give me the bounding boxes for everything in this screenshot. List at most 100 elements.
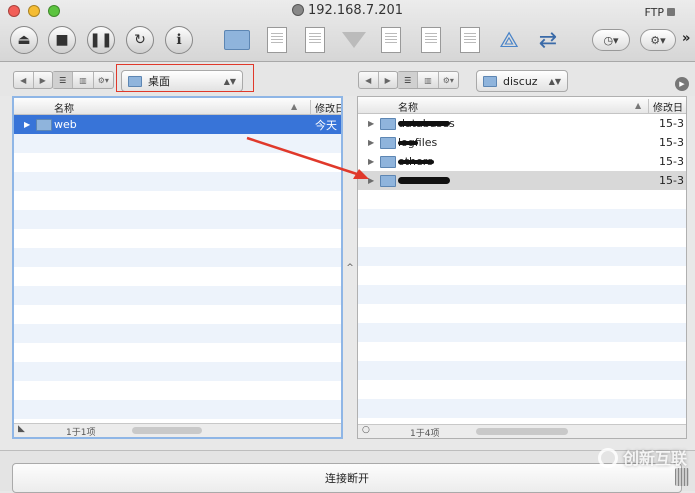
action-label: ⚙▾ [650,33,666,47]
info-button[interactable]: ℹ [165,26,193,54]
toolbar-overflow-button[interactable]: » [682,31,690,46]
empty-row [358,361,686,380]
edit-button[interactable] [455,25,485,55]
empty-row [358,304,686,323]
stop-icon: ■ [55,32,69,48]
copy-button[interactable] [300,25,330,55]
right-modified-column-header[interactable]: 修改日 [648,99,686,114]
action-button[interactable]: ⚙▾ [640,29,676,51]
file-modified: 15-3 [659,174,684,187]
protocol-label: FTP [644,6,665,19]
redaction-scribble [398,160,434,164]
new-file-icon [267,27,287,53]
connect-button[interactable]: ⏏ [10,26,38,54]
right-list-view-button[interactable]: ☰ [398,72,419,88]
file-row-web[interactable]: ▶ web 今天 [14,115,341,134]
empty-row [358,342,686,361]
right-location-select[interactable]: discuz ▲▼ [476,70,568,92]
remote-file-pane: 名称 ▲ 修改日 ▶ databases 15-3 ▶ logfiles 15-… [357,96,687,439]
file-row-others[interactable]: ▶ others 15-3 [358,152,686,171]
left-list-view-button[interactable]: ☰ [53,72,74,88]
empty-row [358,323,686,342]
right-view-switch: ☰ ▥ ⚙▾ [397,71,459,89]
right-horizontal-scrollbar[interactable] [476,428,568,435]
empty-row [14,362,341,381]
right-back-button[interactable]: ◀ [359,72,379,88]
pause-button[interactable]: ❚❚ [87,26,115,54]
title-bar: 192.168.7.201 FTP ⏏ ■ ❚❚ ↻ ℹ ⟁ ⇄ ◷▾ ⚙▾ » [0,0,695,62]
left-forward-button[interactable]: ▶ [34,72,53,88]
navigation-bar: ◀ ▶ ☰ ▥ ⚙▾ 桌面 ▲▼ ◀ ▶ ☰ ▥ ⚙▾ discuz ▲▼ ▶ [0,62,695,96]
server-icon [291,4,304,16]
empty-row [14,400,341,419]
stop-button[interactable]: ■ [48,26,76,54]
right-item-count: 1于4项 [410,429,440,439]
play-icon[interactable]: ▶ [675,77,689,91]
right-history-nav: ◀ ▶ [358,71,398,89]
left-view-switch: ☰ ▥ ⚙▾ [52,71,114,89]
empty-row [358,266,686,285]
annotation-highlight-box [116,64,254,92]
left-name-column-header[interactable]: 名称 [54,100,74,115]
resize-icon[interactable]: ◣ [18,424,25,434]
filter-button[interactable] [339,25,369,55]
disclosure-triangle-icon[interactable]: ▶ [368,119,374,128]
right-column-view-button[interactable]: ▥ [418,72,439,88]
sync-button[interactable] [416,25,446,55]
new-file-button[interactable] [262,25,292,55]
redaction-scribble [398,121,450,126]
left-horizontal-scrollbar[interactable] [132,427,202,434]
window-title-wrap: 192.168.7.201 [0,3,695,18]
compare-button[interactable] [376,25,406,55]
file-row-databases[interactable]: ▶ databases 15-3 [358,114,686,133]
disconnect-label: 连接断开 [325,472,369,485]
left-modified-column-header[interactable]: 修改日 [310,100,341,115]
refresh-icon: ↻ [134,32,146,48]
watermark-icon [597,448,618,468]
empty-row [358,209,686,228]
status-circle-icon: ○ [362,425,370,435]
redaction-scribble [398,141,418,145]
filter-icon [342,32,366,48]
empty-row [14,210,341,229]
redaction-scribble [398,177,450,184]
right-gear-menu-button[interactable]: ⚙▾ [439,72,458,88]
disclosure-triangle-icon[interactable]: ▶ [24,120,30,129]
empty-row [14,286,341,305]
transfer-icon: ⇄ [538,27,558,53]
refresh-button[interactable]: ↻ [126,26,154,54]
history-button[interactable]: ◷▾ [592,29,630,51]
empty-row [14,267,341,286]
file-row-redacted[interactable]: ▶ 15-3 [358,171,686,190]
right-name-column-header[interactable]: 名称 [398,99,418,114]
folder-icon [380,174,396,187]
left-history-nav: ◀ ▶ [13,71,53,89]
web-button[interactable]: ⟁ [494,25,524,55]
collapse-chevron-icon: ^ [346,262,354,273]
right-forward-button[interactable]: ▶ [379,72,398,88]
empty-row [14,324,341,343]
empty-row [358,380,686,399]
file-row-logfiles[interactable]: ▶ logfiles 15-3 [358,133,686,152]
transfer-button[interactable]: ⇄ [533,25,563,55]
left-status-bar: ◣ 1于1项 [14,423,341,437]
info-icon: ℹ [176,32,182,48]
left-back-button[interactable]: ◀ [14,72,34,88]
edit-icon [460,27,480,53]
empty-row [358,190,686,209]
annotation-arrow [246,136,369,179]
folder-icon [36,118,52,131]
folder-icon [380,136,396,149]
folder-icon [380,155,396,168]
disconnect-button[interactable]: 连接断开 [12,463,682,493]
file-modified: 今天 [315,118,337,132]
left-gear-menu-button[interactable]: ⚙▾ [94,72,113,88]
new-folder-button[interactable] [222,25,252,55]
left-column-header: 名称 ▲ 修改日 [14,98,341,115]
watermark-text: 创新互联 [622,449,687,468]
trash-icon[interactable] [675,468,689,486]
left-item-count: 1于1项 [66,428,96,438]
right-rows: ▶ databases 15-3 ▶ logfiles 15-3 ▶ other… [358,114,686,418]
compare-icon [381,27,401,53]
left-column-view-button[interactable]: ▥ [73,72,94,88]
